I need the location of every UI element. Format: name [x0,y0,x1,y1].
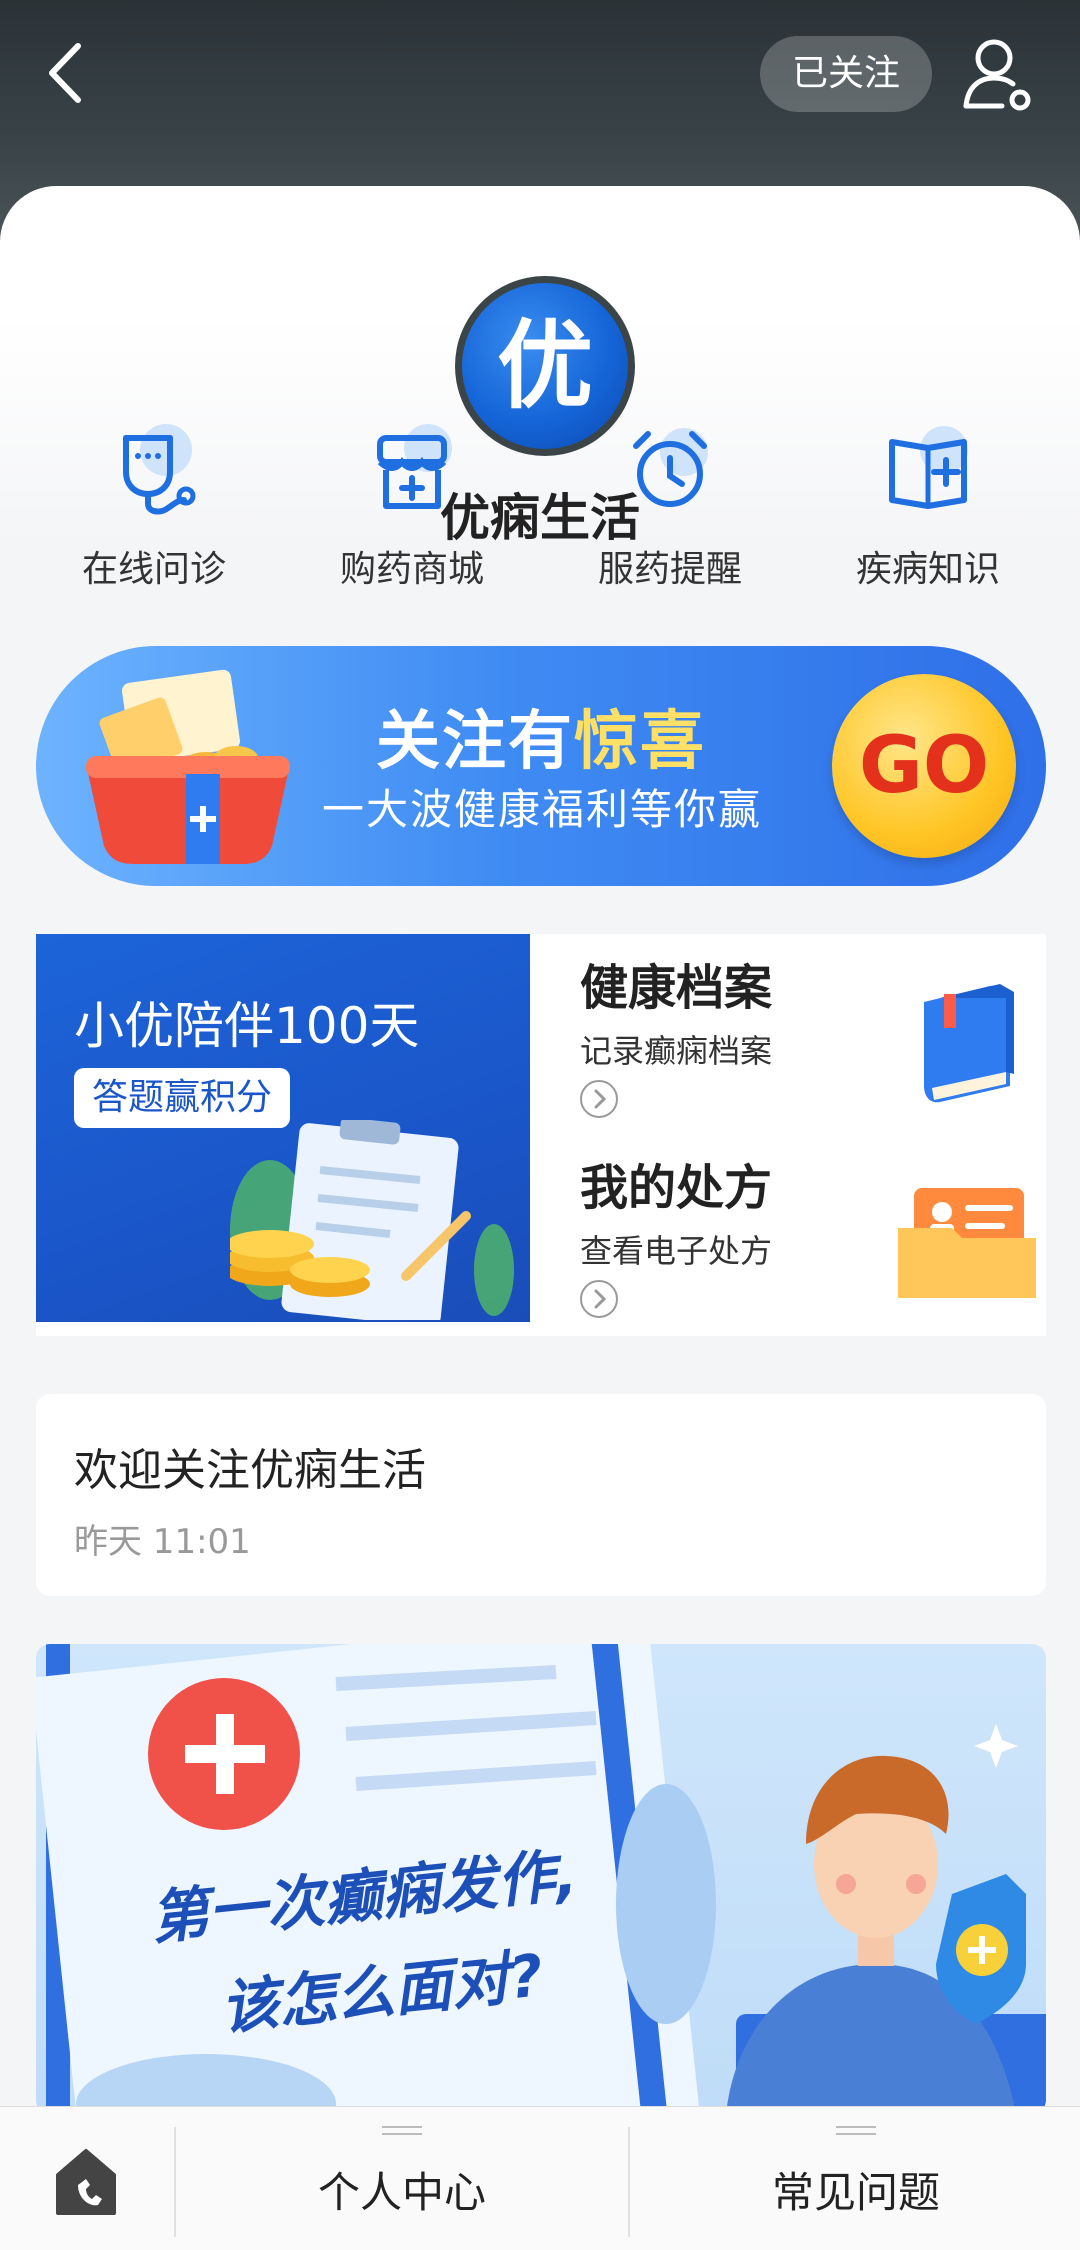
companion-quiz-tag: 答题赢积分 [74,1068,291,1128]
companion-100-days-card[interactable]: 小优陪伴100天 答题赢积分 [36,934,530,1322]
back-arrow-icon [49,43,81,103]
feature-subtitle: 查看电子处方 [580,1232,773,1270]
stethoscope-icon [123,424,196,515]
companion-title: 小优陪伴100天 [74,997,420,1055]
message-timestamp: 昨天 11:01 [74,1522,251,1562]
gift-basket-icon [86,669,290,864]
book-icon [924,984,1014,1103]
user-settings-button[interactable] [958,34,1038,114]
follow-promo-banner[interactable]: 关注有惊喜 一大波健康福利等你赢 GO [36,646,1046,886]
article-banner[interactable]: 第一次癫痫发作, 该怎么面对? [36,1644,1046,2114]
keyboard-switch-button[interactable] [0,2125,174,2235]
service-medication-reminder[interactable]: 服药提醒 [560,420,780,600]
promo-go-button[interactable]: GO [832,674,1016,858]
service-online-consult[interactable]: 在线问诊 [44,420,264,600]
store-icon [377,424,452,509]
service-pharmacy-mall[interactable]: 购药商城 [302,420,522,600]
service-label: 在线问诊 [81,549,226,590]
clipboard-coins-icon [230,1120,514,1320]
menu-grip-icon [836,2126,876,2135]
feature-grid: 小优陪伴100天 答题赢积分 健康档案 记录癫痫档案 我的处方 查看电子处方 [36,934,1046,1336]
message-title: 欢迎关注优痫生活 [74,1445,426,1496]
home-keyboard-icon [56,2149,116,2215]
chevron-right-icon [580,1080,618,1118]
promo-title-plain: 关注有 [376,705,574,779]
menu-grip-icon [382,2126,422,2135]
feature-title: 我的处方 [580,1160,773,1216]
service-label: 购药商城 [339,549,484,590]
alarm-clock-icon [633,428,708,507]
folder-icon [898,1188,1036,1298]
chevron-right-icon [580,1280,618,1318]
bottom-menu-bar: 个人中心 常见问题 [0,2106,1080,2250]
menu-personal-center[interactable]: 个人中心 [176,2107,628,2250]
user-settings-icon [963,39,1031,111]
welcome-message-card[interactable]: 欢迎关注优痫生活 昨天 11:01 [36,1394,1046,1596]
quick-services: 在线问诊 购药商城 服药提醒 疾病知识 [0,420,1080,600]
promo-title: 关注有惊喜 [376,690,706,782]
feature-title: 健康档案 [580,960,773,1016]
service-label: 疾病知识 [855,549,1000,590]
promo-title-highlight: 惊喜 [574,705,706,779]
service-label: 服药提醒 [597,549,742,590]
menu-label: 个人中心 [317,2168,486,2217]
book-plus-icon [889,426,968,509]
service-disease-knowledge[interactable]: 疾病知识 [818,420,1038,600]
menu-faq[interactable]: 常见问题 [630,2107,1080,2250]
official-account-page: 已关注 优 优痫生活 在线问诊 购药商城 服药提醒 疾病知识 关注有惊喜 一大波… [0,0,1080,2250]
followed-button[interactable]: 已关注 [760,36,932,112]
promo-subtitle: 一大波健康福利等你赢 [322,785,763,834]
back-button[interactable] [40,38,100,108]
health-record-entry[interactable]: 健康档案 记录癫痫档案 [580,948,1030,1128]
my-prescription-entry[interactable]: 我的处方 查看电子处方 [580,1148,1036,1328]
menu-label: 常见问题 [771,2168,940,2217]
feature-subtitle: 记录癫痫档案 [580,1032,773,1070]
